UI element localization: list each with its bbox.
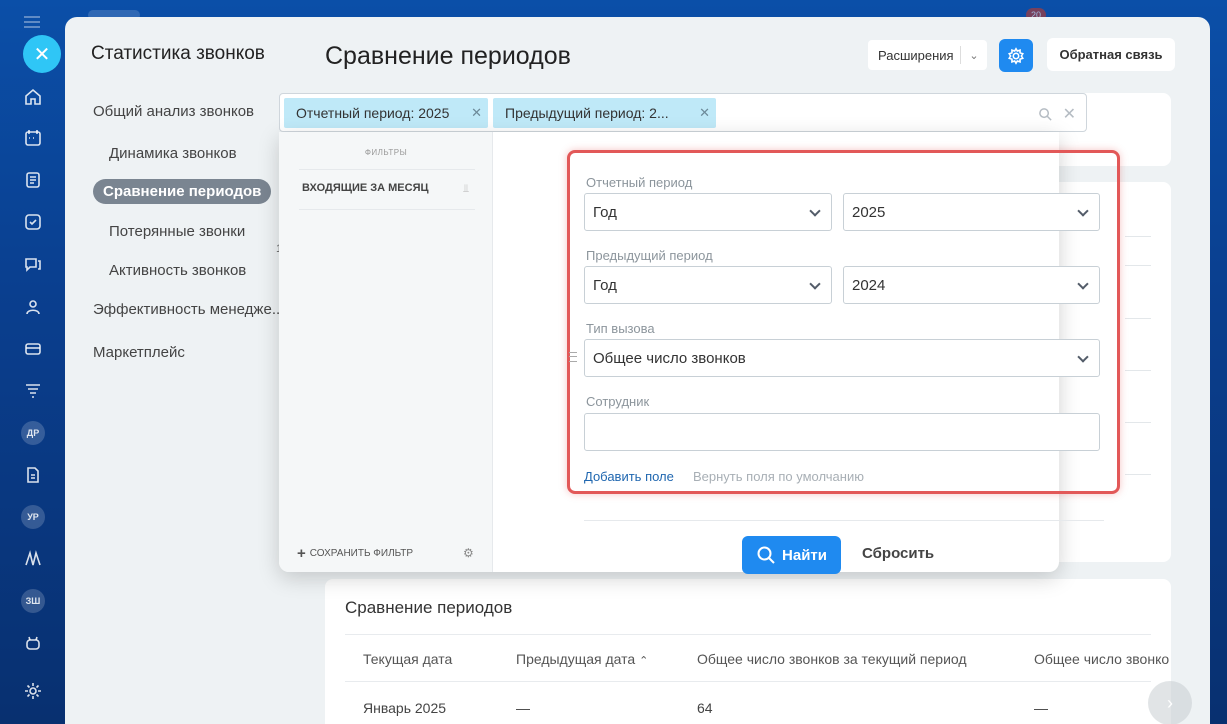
search-actions: ✕ [1038, 104, 1076, 124]
search-icon[interactable] [1038, 107, 1053, 122]
sidebar-item-marketplace[interactable]: Маркетплейс [93, 344, 185, 361]
close-button[interactable]: ✕ [23, 35, 61, 73]
rail-badge-ur[interactable]: УР [21, 505, 45, 529]
contacts-icon[interactable] [22, 296, 44, 318]
menu-icon[interactable] [24, 16, 40, 28]
select-value: Год [593, 203, 617, 221]
divider [584, 520, 1104, 521]
extensions-button[interactable]: Расширения ⌄ [868, 40, 987, 70]
automation-icon[interactable] [22, 548, 44, 570]
find-label: Найти [782, 546, 827, 564]
select-value: 2025 [852, 203, 886, 221]
chevron-down-icon [1077, 205, 1089, 217]
drag-handle-icon[interactable] [569, 352, 577, 362]
chevron-right-icon: › [1167, 692, 1173, 713]
clear-icon[interactable]: ✕ [1063, 104, 1076, 124]
plus-icon: + [297, 545, 306, 562]
column-header-current-date[interactable]: Текущая дата [363, 651, 452, 667]
table-cell: — [516, 700, 530, 716]
chevron-down-icon: ⌄ [969, 49, 979, 62]
sidebar-item-lost-calls[interactable]: Потерянные звонки [109, 223, 245, 240]
column-label: Предыдущая дата [516, 651, 636, 667]
chip-remove-icon[interactable]: ✕ [699, 105, 710, 121]
table-title: Сравнение периодов [345, 598, 513, 617]
reset-button[interactable]: Сбросить [862, 545, 934, 562]
card-icon[interactable] [22, 338, 44, 360]
rail-badge-dr[interactable]: ДР [21, 421, 45, 445]
select-value: Год [593, 276, 617, 294]
table-cell: Январь 2025 [363, 700, 447, 716]
rail-badge-zsh[interactable]: ЗШ [21, 589, 45, 613]
save-filter-label: СОХРАНИТЬ ФИЛЬТР [309, 548, 413, 559]
preset-label: ВХОДЯЩИЕ ЗА МЕСЯЦ [302, 182, 429, 194]
close-icon: ✕ [33, 43, 51, 66]
employee-label: Сотрудник [586, 394, 650, 409]
document-icon[interactable] [22, 169, 44, 191]
filter-settings-icon[interactable]: ⚙ [463, 546, 474, 560]
call-type-label: Тип вызова [586, 321, 655, 336]
previous-period-label: Предыдущий период [586, 248, 713, 263]
scroll-right-button[interactable]: › [1148, 681, 1192, 724]
filter-search-box[interactable]: Отчетный период: 2025 ✕ Предыдущий перио… [279, 93, 1087, 132]
sidebar-item-efficiency[interactable]: Эффективность менедже... [93, 301, 284, 318]
report-period-type-select[interactable]: Год [584, 193, 832, 231]
gear-icon [1008, 46, 1024, 65]
add-field-link[interactable]: Добавить поле [584, 469, 674, 484]
sidebar-item-activity[interactable]: Активность звонков [109, 262, 246, 279]
sidebar-title: Статистика звонков [91, 43, 265, 64]
column-header-previous-date[interactable]: Предыдущая дата ⌃ [516, 651, 648, 667]
table-cell: 64 [697, 700, 713, 716]
restore-defaults-link[interactable]: Вернуть поля по умолчанию [693, 469, 864, 484]
save-filter-button[interactable]: + СОХРАНИТЬ ФИЛЬТР [297, 545, 413, 562]
tasks-icon[interactable] [22, 211, 44, 233]
sort-asc-icon: ⌃ [639, 655, 649, 667]
call-type-select[interactable]: Общее число звонков [584, 339, 1100, 377]
filter-chip-previous-period[interactable]: Предыдущий период: 2... ✕ [493, 98, 716, 128]
divider [345, 681, 1151, 682]
calendar-icon[interactable] [22, 127, 44, 149]
chevron-down-icon [1077, 278, 1089, 290]
home-icon[interactable] [22, 86, 44, 108]
table-cell: — [1034, 700, 1048, 716]
chip-remove-icon[interactable]: ✕ [471, 105, 482, 121]
chevron-down-icon [809, 278, 821, 290]
extensions-label: Расширения [878, 47, 954, 63]
sidebar-item-general[interactable]: Общий анализ звонков [93, 103, 254, 120]
sidebar-item-compare-periods[interactable]: Сравнение периодов [93, 179, 272, 204]
search-icon [757, 546, 775, 564]
previous-period-type-select[interactable]: Год [584, 266, 832, 304]
chip-label: Предыдущий период: 2... [505, 105, 669, 121]
filter-presets-panel: ФИЛЬТРЫ ВХОДЯЩИЕ ЗА МЕСЯЦ ⫫ + СОХРАНИТЬ Ф… [279, 132, 493, 572]
settings-icon[interactable] [22, 680, 44, 702]
settings-button[interactable] [999, 39, 1033, 72]
file-icon[interactable] [22, 464, 44, 486]
column-header-total-current[interactable]: Общее число звонков за текущий период [697, 651, 967, 667]
robot-icon[interactable] [22, 632, 44, 654]
pin-icon[interactable]: ⫫ [463, 183, 469, 196]
report-period-year-select[interactable]: 2025 [843, 193, 1100, 231]
left-rail: ✕ ДР УР ЗШ [0, 0, 65, 724]
report-period-label: Отчетный период [586, 175, 693, 190]
select-value: 2024 [852, 276, 886, 294]
feedback-button[interactable]: Обратная связь [1047, 38, 1175, 71]
filter-chip-report-period[interactable]: Отчетный период: 2025 ✕ [284, 98, 488, 128]
previous-period-year-select[interactable]: 2024 [843, 266, 1100, 304]
sidebar-item-dynamics[interactable]: Динамика звонков [109, 145, 237, 162]
chevron-down-icon [809, 205, 821, 217]
funnel-icon[interactable] [22, 380, 44, 402]
chevron-down-icon [1077, 351, 1089, 363]
column-header-total-previous[interactable]: Общее число звонко [1034, 651, 1169, 667]
chat-icon[interactable] [22, 253, 44, 275]
find-button[interactable]: Найти [742, 536, 841, 574]
select-value: Общее число звонков [593, 349, 746, 367]
page-title: Сравнение периодов [325, 42, 571, 70]
employee-field[interactable] [584, 413, 1100, 451]
filter-preset-item[interactable]: ВХОДЯЩИЕ ЗА МЕСЯЦ ⫫ [299, 169, 475, 210]
divider [345, 634, 1151, 635]
filters-caption: ФИЛЬТРЫ [364, 148, 408, 157]
chip-label: Отчетный период: 2025 [296, 105, 450, 121]
